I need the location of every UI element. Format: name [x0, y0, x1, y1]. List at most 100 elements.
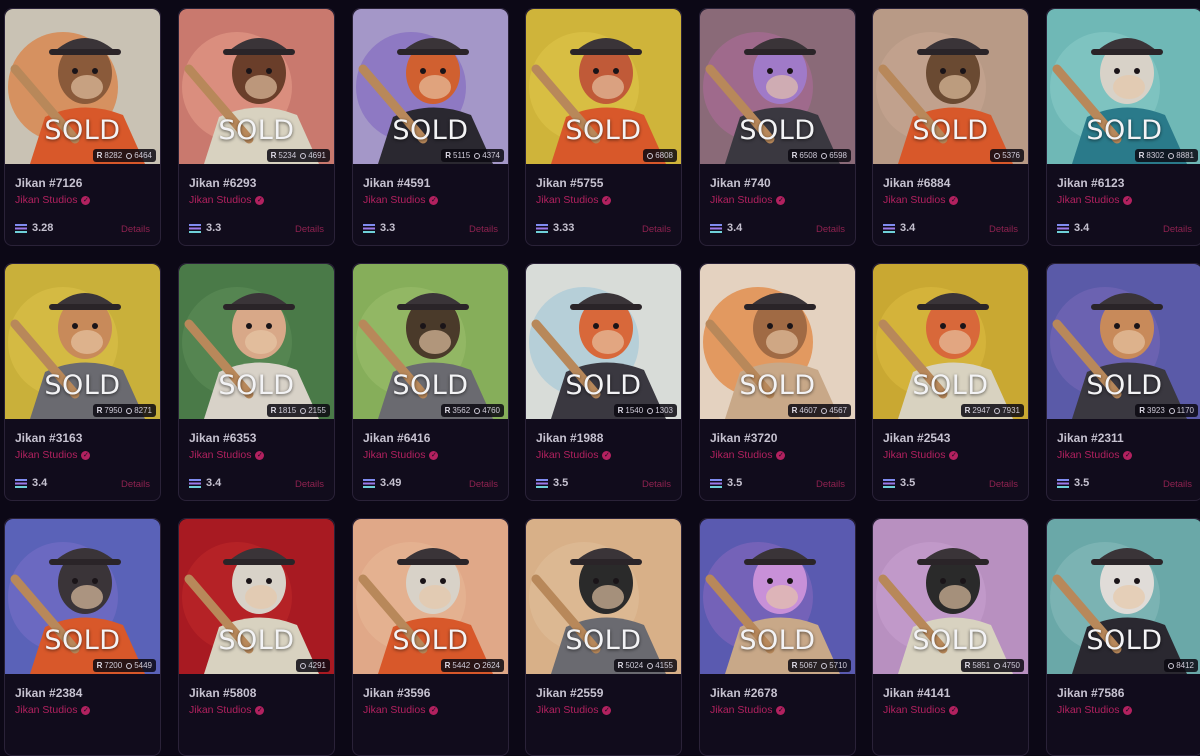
nft-name[interactable]: Jikan #4141 [883, 686, 950, 700]
nft-name[interactable]: Jikan #3163 [15, 431, 82, 445]
nft-name[interactable]: Jikan #6293 [189, 176, 256, 190]
nft-card[interactable]: SOLD R 6508 6598 Jikan #740 Jikan Studios… [699, 8, 856, 246]
details-link[interactable]: Details [295, 224, 324, 235]
nft-name[interactable]: Jikan #2559 [536, 686, 603, 700]
price-value: 3.4 [206, 477, 222, 489]
nft-card[interactable]: SOLD 8412 Jikan #7586 Jikan Studios ✓ [1046, 518, 1200, 756]
creator-link[interactable]: Jikan Studios ✓ [1057, 704, 1133, 716]
nft-name[interactable]: Jikan #5755 [536, 176, 603, 190]
nft-card[interactable]: SOLD R 8282 6464 Jikan #7126 Jikan Studio… [4, 8, 161, 246]
nft-image[interactable]: SOLD 8412 [1047, 519, 1200, 674]
creator-link[interactable]: Jikan Studios ✓ [883, 704, 959, 716]
nft-card[interactable]: SOLD R 5024 4155 Jikan #2559 Jikan Studio… [525, 518, 682, 756]
creator-link[interactable]: Jikan Studios ✓ [883, 449, 959, 461]
nft-image[interactable]: SOLD R 5234 4691 [179, 9, 334, 164]
nft-name[interactable]: Jikan #2311 [1057, 431, 1124, 445]
nft-card[interactable]: SOLD R 5442 2624 Jikan #3596 Jikan Studio… [352, 518, 509, 756]
rarity-value: 3562 [452, 406, 471, 415]
nft-name[interactable]: Jikan #6123 [1057, 176, 1124, 190]
nft-image[interactable]: SOLD R 8302 8881 [1047, 9, 1200, 164]
creator-link[interactable]: Jikan Studios ✓ [710, 449, 786, 461]
details-link[interactable]: Details [816, 224, 845, 235]
creator-link[interactable]: Jikan Studios ✓ [15, 704, 91, 716]
details-link[interactable]: Details [121, 224, 150, 235]
creator-link[interactable]: Jikan Studios ✓ [710, 704, 786, 716]
nft-card[interactable]: SOLD R 5115 4374 Jikan #4591 Jikan Studio… [352, 8, 509, 246]
creator-link[interactable]: Jikan Studios ✓ [15, 194, 91, 206]
nft-image[interactable]: SOLD R 6508 6598 [700, 9, 855, 164]
nft-name[interactable]: Jikan #4591 [363, 176, 430, 190]
details-link[interactable]: Details [295, 479, 324, 490]
creator-link[interactable]: Jikan Studios ✓ [536, 449, 612, 461]
nft-card[interactable]: SOLD R 1540 1303 Jikan #1988 Jikan Studio… [525, 263, 682, 501]
nft-image[interactable]: SOLD R 3923 1170 [1047, 264, 1200, 419]
nft-name[interactable]: Jikan #7586 [1057, 686, 1124, 700]
nft-name[interactable]: Jikan #7126 [15, 176, 82, 190]
nft-name[interactable]: Jikan #3720 [710, 431, 777, 445]
nft-image[interactable]: SOLD R 4607 4567 [700, 264, 855, 419]
nft-card[interactable]: SOLD R 5851 4750 Jikan #4141 Jikan Studio… [872, 518, 1029, 756]
details-link[interactable]: Details [989, 479, 1018, 490]
creator-link[interactable]: Jikan Studios ✓ [363, 449, 439, 461]
details-link[interactable]: Details [469, 224, 498, 235]
nft-name[interactable]: Jikan #6353 [189, 431, 256, 445]
nft-image[interactable]: SOLD R 5442 2624 [353, 519, 508, 674]
creator-link[interactable]: Jikan Studios ✓ [363, 194, 439, 206]
nft-name[interactable]: Jikan #5808 [189, 686, 256, 700]
creator-link[interactable]: Jikan Studios ✓ [536, 194, 612, 206]
creator-link[interactable]: Jikan Studios ✓ [536, 704, 612, 716]
nft-image[interactable]: SOLD R 1540 1303 [526, 264, 681, 419]
details-link[interactable]: Details [989, 224, 1018, 235]
nft-card[interactable]: SOLD 6808 Jikan #5755 Jikan Studios ✓ 3.… [525, 8, 682, 246]
nft-card[interactable]: SOLD R 8302 8881 Jikan #6123 Jikan Studio… [1046, 8, 1200, 246]
details-link[interactable]: Details [642, 224, 671, 235]
details-link[interactable]: Details [121, 479, 150, 490]
nft-card[interactable]: SOLD R 7950 8271 Jikan #3163 Jikan Studio… [4, 263, 161, 501]
nft-name[interactable]: Jikan #6884 [883, 176, 950, 190]
nft-name[interactable]: Jikan #3596 [363, 686, 430, 700]
details-link[interactable]: Details [642, 479, 671, 490]
creator-link[interactable]: Jikan Studios ✓ [363, 704, 439, 716]
nft-name[interactable]: Jikan #740 [710, 176, 771, 190]
nft-image[interactable]: SOLD 5376 [873, 9, 1028, 164]
nft-image[interactable]: SOLD R 5024 4155 [526, 519, 681, 674]
nft-image[interactable]: SOLD R 2947 7931 [873, 264, 1028, 419]
nft-card[interactable]: SOLD R 3562 4760 Jikan #6416 Jikan Studio… [352, 263, 509, 501]
nft-card[interactable]: SOLD R 4607 4567 Jikan #3720 Jikan Studio… [699, 263, 856, 501]
nft-image[interactable]: SOLD R 3562 4760 [353, 264, 508, 419]
creator-link[interactable]: Jikan Studios ✓ [189, 194, 265, 206]
nft-card[interactable]: SOLD R 5067 5710 Jikan #2678 Jikan Studio… [699, 518, 856, 756]
details-link[interactable]: Details [469, 479, 498, 490]
nft-name[interactable]: Jikan #6416 [363, 431, 430, 445]
nft-image[interactable]: SOLD R 5851 4750 [873, 519, 1028, 674]
nft-card[interactable]: SOLD R 7200 5449 Jikan #2384 Jikan Studio… [4, 518, 161, 756]
nft-image[interactable]: SOLD R 1815 2155 [179, 264, 334, 419]
nft-image[interactable]: SOLD R 5115 4374 [353, 9, 508, 164]
nft-card[interactable]: SOLD R 5234 4691 Jikan #6293 Jikan Studio… [178, 8, 335, 246]
nft-name[interactable]: Jikan #2384 [15, 686, 82, 700]
nft-image[interactable]: SOLD 4291 [179, 519, 334, 674]
nft-image[interactable]: SOLD 6808 [526, 9, 681, 164]
nft-card[interactable]: SOLD 5376 Jikan #6884 Jikan Studios ✓ 3.… [872, 8, 1029, 246]
creator-link[interactable]: Jikan Studios ✓ [1057, 449, 1133, 461]
creator-link[interactable]: Jikan Studios ✓ [189, 449, 265, 461]
nft-image[interactable]: SOLD R 8282 6464 [5, 9, 160, 164]
nft-image[interactable]: SOLD R 7200 5449 [5, 519, 160, 674]
creator-link[interactable]: Jikan Studios ✓ [710, 194, 786, 206]
creator-link[interactable]: Jikan Studios ✓ [15, 449, 91, 461]
details-link[interactable]: Details [1163, 479, 1192, 490]
nft-card[interactable]: SOLD 4291 Jikan #5808 Jikan Studios ✓ [178, 518, 335, 756]
nft-image[interactable]: SOLD R 7950 8271 [5, 264, 160, 419]
nft-name[interactable]: Jikan #2678 [710, 686, 777, 700]
nft-card[interactable]: SOLD R 2947 7931 Jikan #2543 Jikan Studio… [872, 263, 1029, 501]
creator-link[interactable]: Jikan Studios ✓ [883, 194, 959, 206]
details-link[interactable]: Details [1163, 224, 1192, 235]
nft-image[interactable]: SOLD R 5067 5710 [700, 519, 855, 674]
nft-card[interactable]: SOLD R 3923 1170 Jikan #2311 Jikan Studio… [1046, 263, 1200, 501]
details-link[interactable]: Details [816, 479, 845, 490]
nft-name[interactable]: Jikan #2543 [883, 431, 950, 445]
nft-card[interactable]: SOLD R 1815 2155 Jikan #6353 Jikan Studio… [178, 263, 335, 501]
creator-link[interactable]: Jikan Studios ✓ [1057, 194, 1133, 206]
creator-link[interactable]: Jikan Studios ✓ [189, 704, 265, 716]
nft-name[interactable]: Jikan #1988 [536, 431, 603, 445]
